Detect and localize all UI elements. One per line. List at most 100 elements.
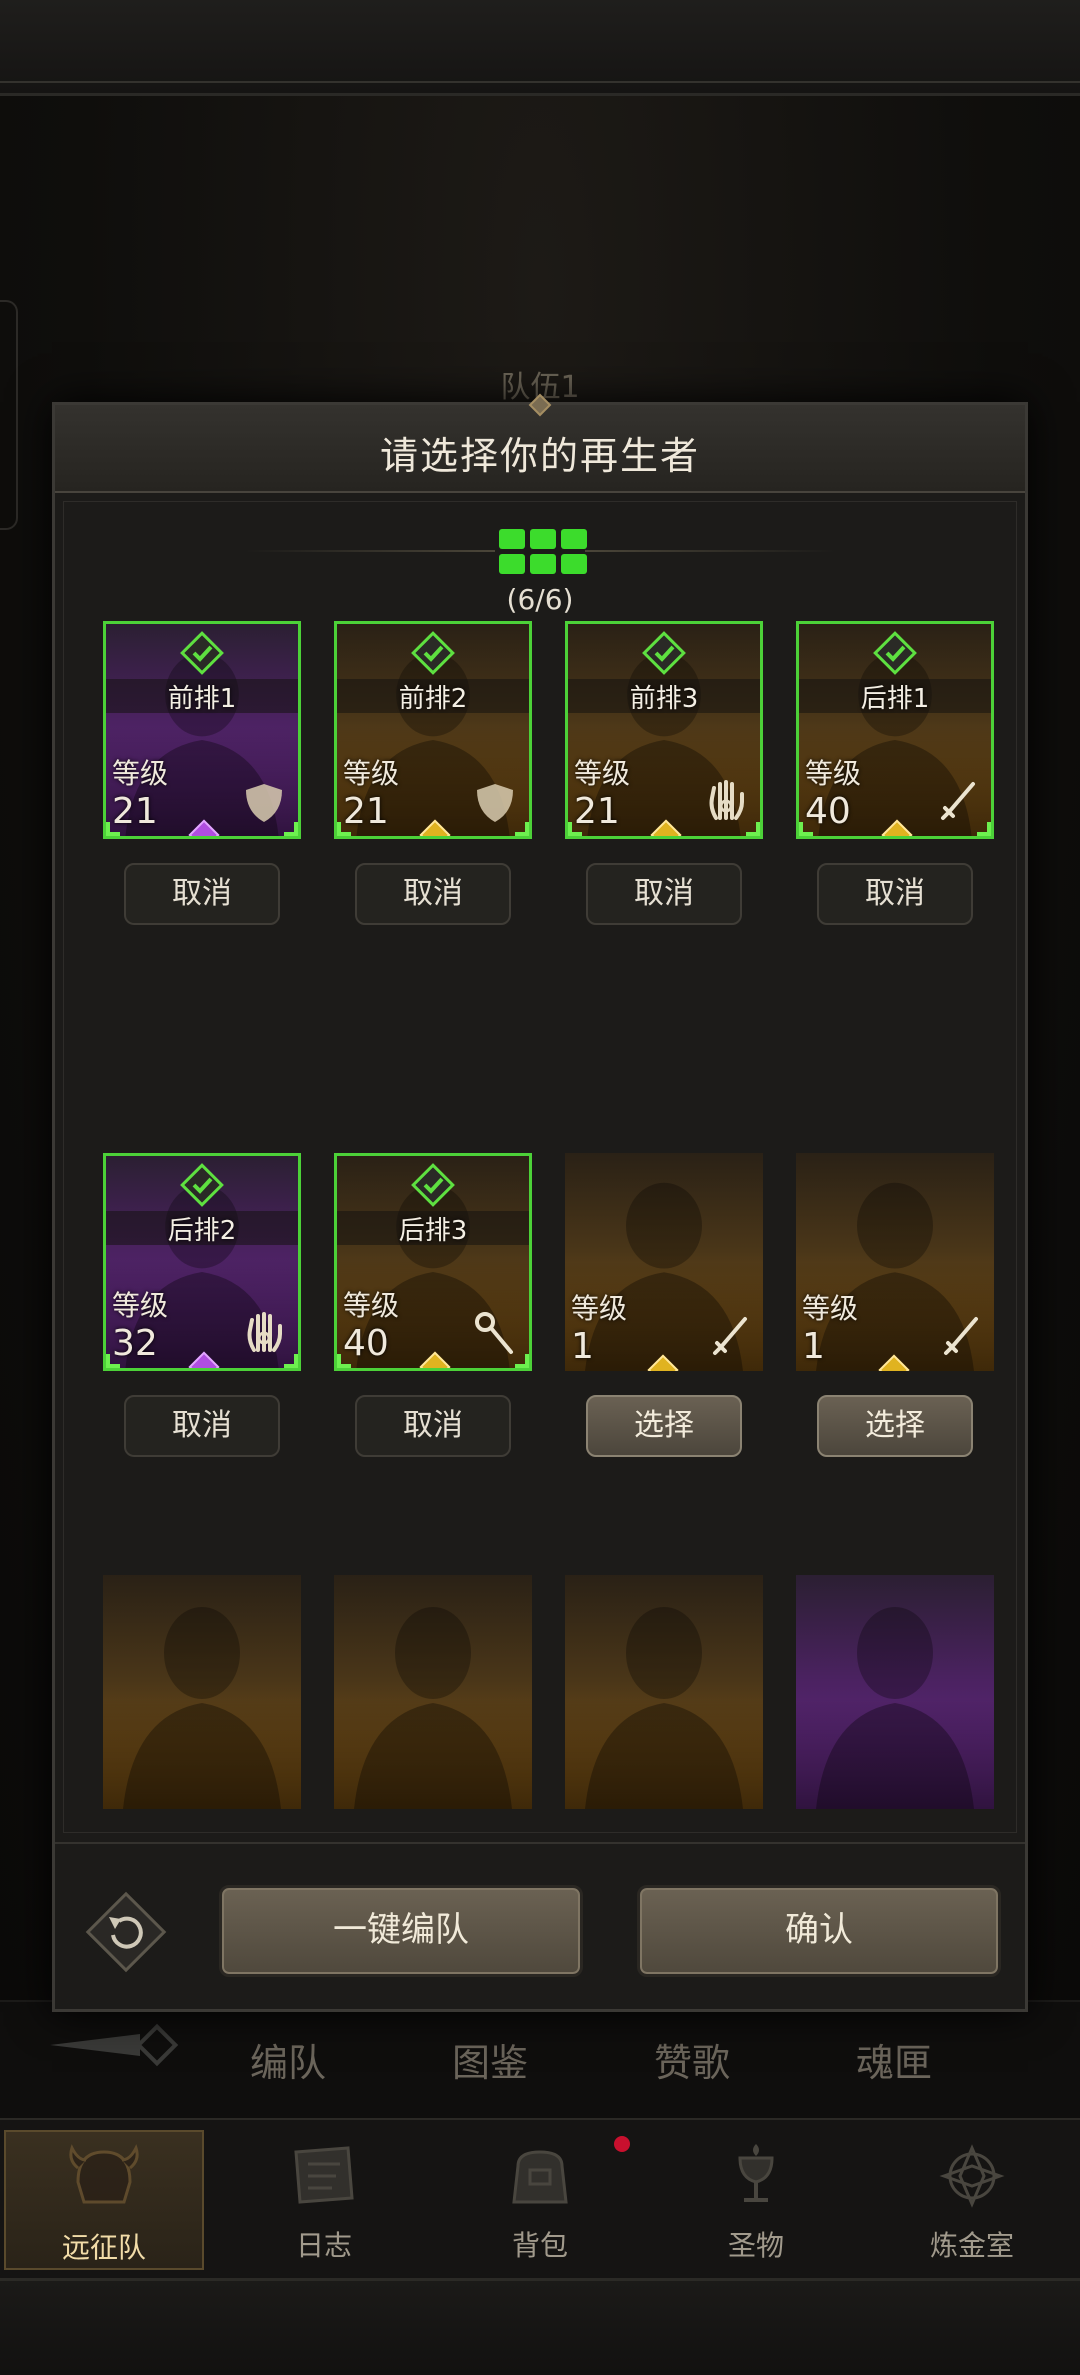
level-value: 1 (571, 1326, 594, 1367)
nav-label: 远征队 (61, 2231, 146, 2264)
back-arrow-icon[interactable] (40, 2020, 200, 2070)
top-bar (0, 0, 1080, 96)
cancel-button[interactable]: 取消 (355, 1395, 511, 1457)
level-label: 等级 (802, 1292, 859, 1325)
nav-label: 圣物 (727, 2229, 784, 2262)
select-button[interactable]: 选择 (586, 1395, 742, 1457)
check-icon (180, 1163, 224, 1207)
tab-codex[interactable]: 图鉴 (452, 2032, 528, 2087)
survivor-card[interactable] (565, 1575, 763, 1809)
nav-bag[interactable]: 背包 (440, 2130, 640, 2270)
alchemy-icon (939, 2144, 1005, 2208)
corner-ornament (337, 1354, 351, 1368)
position-label: 后排3 (398, 1216, 468, 1246)
survivor-card[interactable]: 后排2 等级 32 (103, 1153, 301, 1371)
survivor-select-dialog: 请选择你的再生者 (6/6) 前排1 等级 21 取消 前排2 等级 21 取消 前排3 等级 21… (52, 393, 1028, 2012)
corner-ornament (284, 822, 298, 836)
cancel-button[interactable]: 取消 (817, 863, 973, 925)
survivor-card[interactable]: 前排2 等级 21 (334, 621, 532, 839)
cancel-button[interactable]: 取消 (124, 1395, 280, 1457)
survivor-card[interactable] (796, 1575, 994, 1809)
dialog-title: 请选择你的再生者 (379, 434, 700, 478)
notification-dot (614, 2136, 630, 2152)
corner-ornament (106, 822, 120, 836)
nav-label: 背包 (511, 2229, 568, 2262)
confirm-button[interactable]: 确认 (637, 1885, 1001, 1977)
scroll-icon (294, 2146, 354, 2204)
cancel-button[interactable]: 取消 (586, 863, 742, 925)
palm-icon (709, 780, 744, 820)
level-label: 等级 (574, 757, 631, 790)
nav-relics[interactable]: 圣物 (656, 2130, 856, 2270)
slot-count: (6/6) (506, 583, 574, 616)
sword-icon (713, 1317, 747, 1355)
card-shade (565, 1699, 763, 1809)
corner-ornament (515, 822, 529, 836)
position-label: 前排2 (398, 684, 468, 714)
check-icon (873, 631, 917, 675)
palm-icon (247, 1312, 282, 1352)
survivor-card[interactable] (103, 1575, 301, 1809)
survivor-card[interactable]: 前排3 等级 21 (565, 621, 763, 839)
position-label: 前排3 (629, 684, 699, 714)
level-value: 1 (802, 1326, 825, 1367)
level-label: 等级 (805, 757, 862, 790)
level-label: 等级 (571, 1292, 628, 1325)
level-label: 等级 (343, 1289, 400, 1322)
tab-soul-box[interactable]: 魂匣 (856, 2032, 932, 2087)
cancel-button[interactable]: 取消 (124, 863, 280, 925)
sword-icon (941, 782, 975, 820)
nav-alchemy[interactable]: 炼金室 (872, 2130, 1072, 2270)
corner-ornament (337, 822, 351, 836)
nav-label: 日志 (295, 2229, 352, 2262)
survivor-card[interactable] (334, 1575, 532, 1809)
bag-icon (512, 2150, 568, 2204)
check-icon (411, 631, 455, 675)
corner-ornament (284, 1354, 298, 1368)
tab-formation[interactable]: 编队 (250, 2032, 326, 2087)
cancel-button[interactable]: 取消 (355, 863, 511, 925)
divider (55, 1842, 1025, 1844)
chalice-icon (738, 2144, 774, 2202)
corner-ornament (977, 822, 991, 836)
check-icon (642, 631, 686, 675)
level-label: 等级 (112, 1289, 169, 1322)
corner-ornament (568, 822, 582, 836)
shield-icon (246, 784, 282, 822)
helmet-icon (69, 2144, 139, 2204)
shield-icon (477, 784, 513, 822)
corner-ornament (799, 822, 813, 836)
divider (245, 550, 495, 552)
staff-icon (475, 1312, 513, 1354)
position-label: 前排1 (167, 684, 237, 714)
corner-ornament (106, 1354, 120, 1368)
survivor-card[interactable]: 前排1 等级 21 (103, 621, 301, 839)
corner-ornament (515, 1354, 529, 1368)
survivor-card[interactable]: 后排1 等级 40 (796, 621, 994, 839)
card-shade (796, 1699, 994, 1809)
card-shade (334, 1699, 532, 1809)
survivor-card[interactable]: 后排3 等级 40 (334, 1153, 532, 1371)
sword-icon (944, 1317, 978, 1355)
auto-team-button[interactable]: 一键编队 (219, 1885, 583, 1977)
level-label: 等级 (112, 757, 169, 790)
nav-journal[interactable]: 日志 (224, 2130, 424, 2270)
corner-ornament (746, 822, 760, 836)
team-slots-icon (499, 529, 587, 574)
position-label: 后排1 (860, 684, 930, 714)
tab-hymn[interactable]: 赞歌 (654, 2032, 730, 2087)
nav-label: 炼金室 (929, 2229, 1014, 2262)
side-tab[interactable] (0, 300, 18, 530)
nav-expedition[interactable]: 远征队 (4, 2130, 204, 2270)
survivor-card[interactable]: 等级 1 (565, 1153, 763, 1371)
select-button[interactable]: 选择 (817, 1395, 973, 1457)
position-label: 后排2 (167, 1216, 237, 1246)
check-icon (411, 1163, 455, 1207)
divider (585, 550, 835, 552)
check-icon (180, 631, 224, 675)
level-label: 等级 (343, 757, 400, 790)
undo-button[interactable] (85, 1891, 167, 1973)
bottom-strip (0, 2278, 1080, 2375)
dialog-header: 请选择你的再生者 (55, 393, 1025, 493)
survivor-card[interactable]: 等级 1 (796, 1153, 994, 1371)
